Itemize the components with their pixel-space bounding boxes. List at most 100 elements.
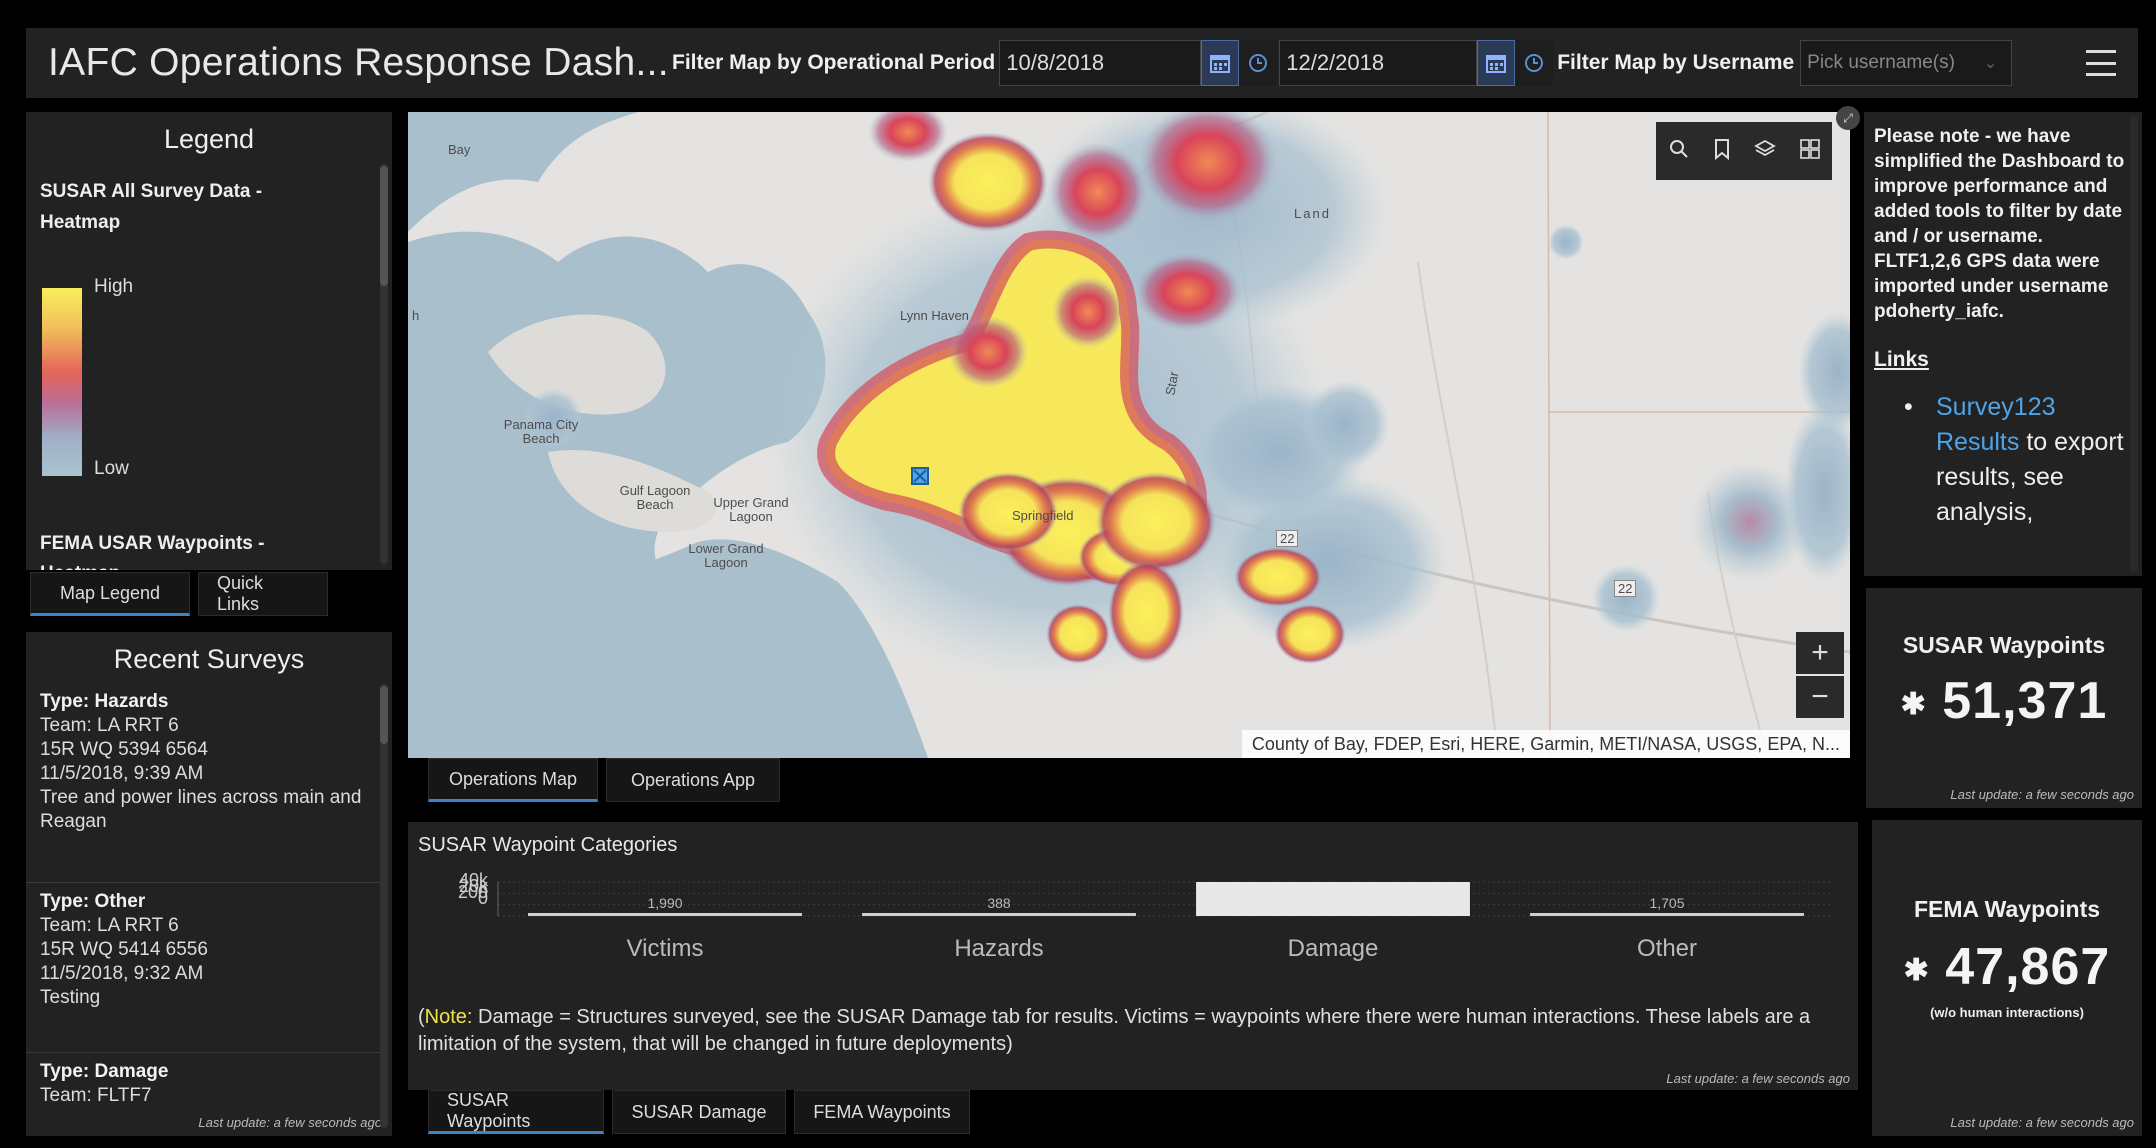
categories-note: (Note: Damage = Structures surveyed, see… [418,1004,1838,1058]
chart-y-tick-label: 0 [478,888,488,908]
search-icon[interactable] [1668,138,1690,165]
end-clock-icon[interactable] [1515,40,1554,86]
username-placeholder: Pick username(s) [1807,52,1955,73]
basemap-gallery-icon[interactable] [1799,138,1821,165]
end-calendar-icon[interactable] [1477,40,1516,86]
tab-fema-waypoints[interactable]: FEMA Waypoints [794,1090,970,1134]
chart-data-label: 1,705 [1649,895,1684,911]
survey-item[interactable]: Type: Hazards Team: LA RRT 6 15R WQ 5394… [40,690,380,834]
survey-time: 11/5/2018, 9:32 AM [40,963,204,984]
map-tabbar: Operations Map Operations App [428,758,780,802]
tab-operations-app[interactable]: Operations App [606,758,780,802]
kpi-susar-value-row: ✱ 51,371 [1866,671,2142,731]
tab-quick-links[interactable]: Quick Links [198,572,328,616]
chart-bar [1196,882,1470,916]
layers-icon[interactable] [1753,138,1776,165]
survey-team: Team: LA RRT 6 [40,915,179,936]
legend-layer-susar: SUSAR All Survey Data - Heatmap [40,181,263,233]
zoom-in-button[interactable]: + [1796,632,1844,674]
kpi-susar-value: 51,371 [1942,672,2108,730]
app-title: IAFC Operations Response Dash... [48,41,668,84]
legend-scroll-thumb[interactable] [380,166,388,286]
notes-panel: Please note - we have simplified the Das… [1864,112,2142,576]
legend-title: Legend [163,124,255,154]
operations-map[interactable]: Bay Land h Panama City Beach Gulf Lagoon… [408,112,1850,758]
chart-data-label: 1,990 [647,895,682,911]
end-date-value: 12/2/2018 [1286,50,1385,75]
survey-item[interactable]: Type: Damage Team: FLTF7 [40,1060,380,1108]
tab-susar-damage[interactable]: SUSAR Damage [612,1090,786,1134]
categories-chart: 40k20k2000 1,990Victims388Hazards Damage1,… [458,870,1834,962]
kpi-fema-subtitle: (w/o human interactions) [1930,1005,2084,1020]
chart-bar [528,913,802,916]
chart-bar [862,913,1136,916]
tab-map-legend[interactable]: Map Legend [30,572,190,616]
gear-icon: ✱ [1903,953,1930,987]
chart-x-tick-label: Victims [627,935,704,962]
username-select[interactable]: Pick username(s) ⌄ [1800,40,2013,86]
start-clock-icon[interactable] [1239,40,1278,86]
survey-team: Team: FLTF7 [40,1085,152,1106]
legend-layer-fema-cut: Heatmap [40,558,120,570]
chart-data-label: 388 [987,895,1011,911]
kpi-fema-value-row: ✱ 47,867 [1872,937,2142,997]
survey-time: 11/5/2018, 9:39 AM [40,763,204,784]
categories-panel: SUSAR Waypoint Categories 40k 20k 200 0 1,99… [408,822,1858,1090]
tab-operations-map[interactable]: Operations Map [428,758,598,802]
map-attribution: County of Bay, FDEP, Esri, HERE, Garmin,… [1241,730,1850,758]
filter-period-label: Filter Map by Operational Period [672,51,996,74]
zoom-out-button[interactable]: − [1796,676,1844,718]
kpi-susar-last-update: Last update: a few seconds ago [1950,787,2134,802]
surveys-last-update: Last update: a few seconds ago [198,1115,382,1130]
surveys-scroll-thumb[interactable] [380,686,388,744]
kpi-fema-value: 47,867 [1945,938,2111,996]
map-canvas [408,112,1850,758]
start-calendar-icon[interactable] [1201,40,1240,86]
kpi-susar-panel: SUSAR Waypoints ✱ 51,371 Last update: a … [1866,588,2142,808]
survey-divider [26,882,386,883]
survey-grid: 15R WQ 5414 6556 [40,939,208,960]
highway-shield: 22 [1276,530,1299,547]
highway-shield: 22 [1614,580,1637,597]
kpi-fema-panel: FEMA Waypoints ✱ 47,867 (w/o human inter… [1872,820,2142,1136]
map-label: h [412,308,420,323]
survey-type: Type: Hazards [40,691,169,712]
note-body: Damage = Structures surveyed, see the SU… [418,1006,1811,1055]
chart-x-tick-label: Hazards [954,935,1043,962]
bookmark-icon[interactable] [1713,138,1731,165]
heatmap-color-ramp [42,288,82,476]
links-header: Links [1874,348,1929,371]
notes-text: Please note - we have simplified the Das… [1874,126,2125,322]
map-label: Panama City Beach [503,417,579,446]
end-date-input[interactable]: 12/2/2018 [1279,40,1478,86]
fullscreen-icon[interactable]: ⤢ [1836,106,1860,130]
tab-susar-waypoints[interactable]: SUSAR Waypoints [428,1090,604,1134]
recent-surveys-title: Recent Surveys [113,644,305,674]
gear-icon: ✱ [1900,687,1927,721]
survey-item[interactable]: Type: Other Team: LA RRT 6 15R WQ 5414 6… [40,890,380,1010]
kpi-fema-title: FEMA Waypoints [1913,896,2101,922]
survey-type: Type: Other [40,891,146,912]
survey-desc: Testing [40,987,101,1008]
survey-team: Team: LA RRT 6 [40,715,179,736]
link-list-item: • Survey123 Results to export results, s… [1864,390,2142,530]
map-label: Upper Grand Lagoon [713,495,789,524]
map-label: Land [1294,206,1331,221]
categories-last-update: Last update: a few seconds ago [1666,1071,1850,1086]
filter-user-label: Filter Map by Username [1557,51,1795,74]
categories-tabbar: SUSAR Waypoints SUSAR Damage FEMA Waypoi… [428,1090,970,1134]
survey-desc: Tree and power lines across main and Rea… [40,787,362,832]
survey-type: Type: Damage [40,1061,169,1082]
map-label: Springfield [1012,508,1074,523]
start-date-input[interactable]: 10/8/2018 [999,40,1202,86]
kpi-susar-title: SUSAR Waypoints [1902,632,2106,658]
hamburger-menu-icon[interactable] [2086,50,2116,76]
map-toolbar [1656,122,1832,180]
legend-low-label: Low [94,458,129,479]
surveys-scrollbar[interactable] [380,684,388,1128]
legend-tabbar: Map Legend Quick Links [30,572,328,616]
notes-scrollbar[interactable] [2130,116,2138,572]
chart-x-tick-label: Other [1637,935,1697,962]
start-date-value: 10/8/2018 [1006,50,1105,75]
categories-title: SUSAR Waypoint Categories [418,834,678,856]
